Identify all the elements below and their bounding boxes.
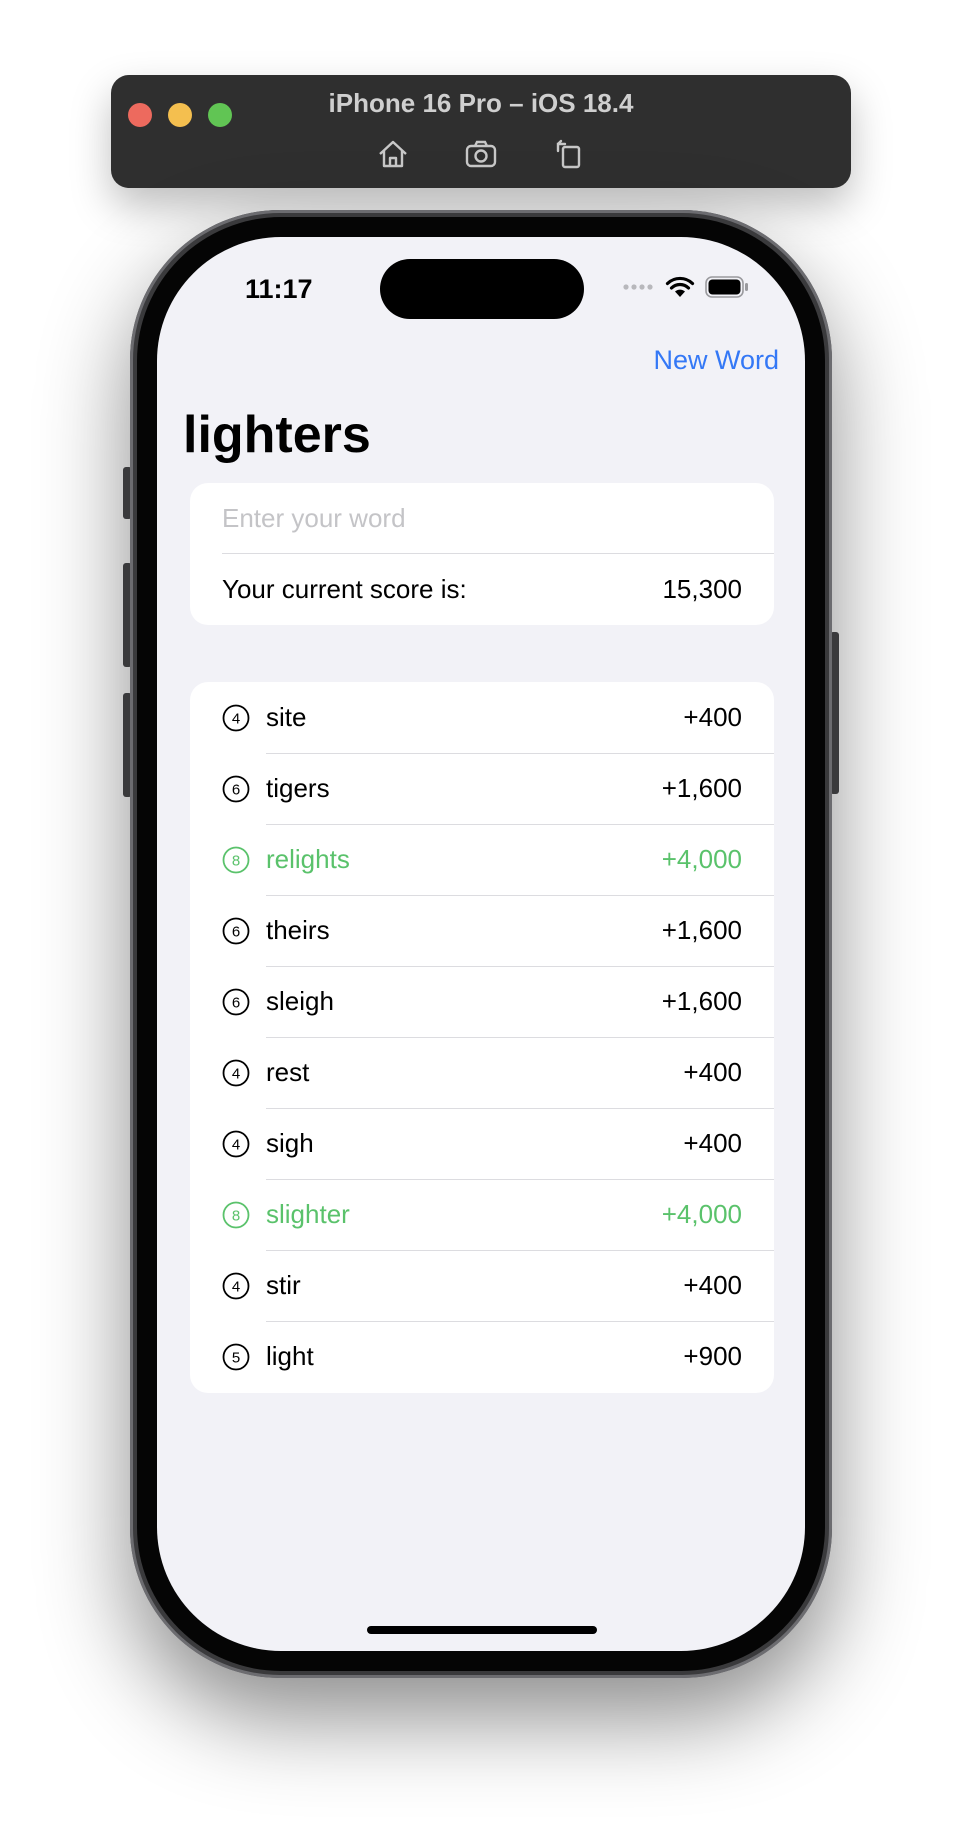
letter-count-circle-icon: 6 [222, 988, 250, 1016]
letter-count-circle-icon: 4 [222, 1130, 250, 1158]
word-text: sleigh [266, 986, 334, 1016]
word-input[interactable] [222, 483, 752, 553]
word-row[interactable]: 8 relights +4,000 [190, 824, 774, 895]
word-row[interactable]: 6 tigers +1,600 [190, 753, 774, 824]
word-text: light [266, 1341, 314, 1371]
score-row: Your current score is: 15,300 [222, 554, 742, 625]
word-text: theirs [266, 915, 330, 945]
word-text: rest [266, 1057, 310, 1087]
phone-screen: 11:17 New Word lighters Your current sco… [157, 237, 805, 1651]
score-value: 15,300 [662, 574, 742, 604]
letter-count: 6 [232, 782, 240, 799]
home-indicator[interactable] [367, 1626, 597, 1634]
word-row[interactable]: 4 site +400 [190, 682, 774, 753]
word-points: +400 [683, 1057, 742, 1087]
letter-count: 5 [232, 1350, 240, 1367]
word-row[interactable]: 4 rest +400 [190, 1037, 774, 1108]
simulator-toolbar: iPhone 16 Pro – iOS 18.4 [111, 75, 851, 188]
letter-count-circle-icon: 4 [222, 1059, 250, 1087]
letter-count-circle-icon: 4 [222, 704, 250, 732]
wifi-icon [665, 276, 695, 297]
letter-count-circle-icon: 8 [222, 846, 250, 874]
letter-count-circle-icon: 6 [222, 917, 250, 945]
word-points: +1,600 [661, 915, 742, 945]
letter-count: 4 [232, 1137, 240, 1154]
word-points: +400 [683, 1128, 742, 1158]
signal-icon [623, 284, 653, 290]
word-points: +1,600 [661, 773, 742, 803]
word-points: +400 [683, 1270, 742, 1300]
word-row[interactable]: 6 sleigh +1,600 [190, 966, 774, 1037]
letter-count-circle-icon: 5 [222, 1343, 250, 1371]
input-section: Your current score is: 15,300 [190, 483, 774, 625]
home-icon[interactable] [376, 137, 410, 171]
word-row[interactable]: 6 theirs +1,600 [190, 895, 774, 966]
letter-count-circle-icon: 6 [222, 775, 250, 803]
letter-count-circle-icon: 4 [222, 1272, 250, 1300]
status-icons [623, 276, 749, 298]
word-row[interactable]: 4 stir +400 [190, 1250, 774, 1321]
screenshot-icon[interactable] [464, 137, 498, 171]
word-points: +400 [683, 702, 742, 732]
battery-icon [705, 276, 748, 298]
letter-count: 6 [232, 995, 240, 1012]
word-text: tigers [266, 773, 330, 803]
root-word-title: lighters [183, 406, 371, 464]
dynamic-island [380, 259, 584, 319]
new-word-button[interactable]: New Word [653, 345, 779, 376]
word-points: +4,000 [661, 844, 742, 874]
word-text: slighter [266, 1199, 350, 1229]
simulator-title: iPhone 16 Pro – iOS 18.4 [328, 88, 634, 118]
letter-count: 6 [232, 924, 240, 941]
word-text: stir [266, 1270, 301, 1300]
letter-count: 4 [232, 711, 240, 728]
score-label: Your current score is: [222, 574, 467, 604]
word-points: +900 [683, 1341, 742, 1371]
status-time: 11:17 [245, 274, 313, 304]
word-row[interactable]: 5 light +900 [190, 1321, 774, 1392]
word-text: relights [266, 844, 350, 874]
word-row[interactable]: 8 slighter +4,000 [190, 1179, 774, 1250]
letter-count: 8 [232, 853, 240, 870]
letter-count: 4 [232, 1066, 240, 1083]
word-points: +4,000 [661, 1199, 742, 1229]
used-words-list: 4 site +400 6 tigers +1,600 8 relights +4,000 6 th… [190, 682, 774, 1393]
letter-count: 4 [232, 1279, 240, 1296]
letter-count: 8 [232, 1208, 240, 1225]
word-points: +1,600 [661, 986, 742, 1016]
word-text: sigh [266, 1128, 314, 1158]
letter-count-circle-icon: 8 [222, 1201, 250, 1229]
rotate-icon[interactable] [552, 137, 586, 171]
word-row[interactable]: 4 sigh +400 [190, 1108, 774, 1179]
word-text: site [266, 702, 307, 732]
